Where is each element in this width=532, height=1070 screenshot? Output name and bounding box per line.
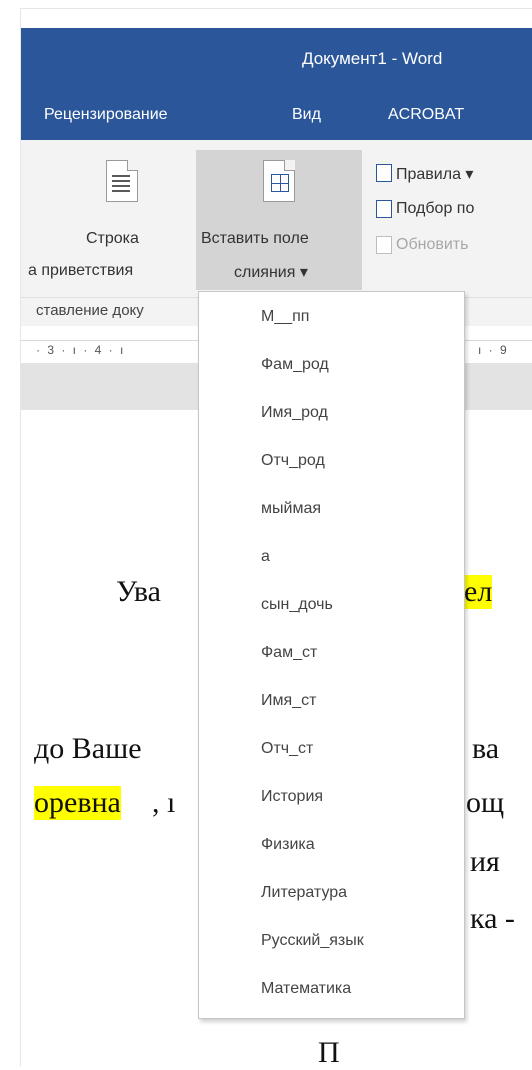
- menu-item-imya-st[interactable]: Имя_ст: [261, 692, 316, 710]
- doc-line-2a: до Ваше: [34, 732, 142, 765]
- menu-item-fizika[interactable]: Физика: [261, 836, 315, 854]
- tab-acrobat[interactable]: ACROBAT: [388, 106, 464, 124]
- update-labels-icon: [376, 236, 392, 254]
- rules-icon: [376, 164, 392, 182]
- menu-item-otch-rod[interactable]: Отч_род: [261, 452, 325, 470]
- doc-line-3a: оревна: [34, 786, 121, 820]
- greeting-line-icon: [106, 160, 138, 202]
- group-label: ставление доку: [36, 302, 144, 319]
- menu-item-otch-st[interactable]: Отч_ст: [261, 740, 313, 758]
- window-title: Документ1 - Word: [302, 49, 443, 68]
- insert-merge-field-label-2[interactable]: слияния ▾: [234, 262, 308, 282]
- update-labels-button: Обновить: [396, 236, 469, 253]
- menu-item-fam-rod[interactable]: Фам_род: [261, 356, 329, 374]
- tab-review[interactable]: Рецензирование: [44, 106, 168, 124]
- match-fields-icon: [376, 200, 392, 218]
- menu-item-myymaya[interactable]: мыймая: [261, 500, 321, 518]
- ruler-right-marks: ı · 9: [478, 343, 509, 357]
- menu-item-russkiy-yazyk[interactable]: Русский_язык: [261, 932, 364, 950]
- merge-field-dropdown: М__пп Фам_род Имя_род Отч_род мыймая а с…: [198, 291, 465, 1019]
- doc-line-2b: ва: [472, 732, 500, 765]
- title-bar: [21, 28, 532, 88]
- ruler-left-marks: · 3 · ı · 4 · ı: [36, 343, 126, 357]
- tab-view[interactable]: Вид: [292, 106, 321, 124]
- greeting-line-label-2[interactable]: а приветствия: [28, 262, 133, 280]
- menu-item-imya-rod[interactable]: Имя_род: [261, 404, 328, 422]
- rules-button[interactable]: Правила ▾: [396, 164, 473, 184]
- doc-line-4: ия: [470, 845, 500, 878]
- match-fields-button[interactable]: Подбор по: [396, 200, 474, 218]
- doc-line-1a: Ува: [116, 575, 161, 608]
- merge-field-icon: [263, 160, 295, 202]
- menu-item-a[interactable]: а: [261, 548, 270, 566]
- menu-item-m-pp[interactable]: М__пп: [261, 308, 309, 326]
- menu-item-istoriya[interactable]: История: [261, 788, 323, 806]
- doc-line-3b: , ı: [152, 786, 176, 819]
- menu-item-syn-doch[interactable]: сын_дочь: [261, 596, 333, 614]
- menu-item-matematika[interactable]: Математика: [261, 980, 351, 998]
- insert-merge-field-label-1[interactable]: Вставить поле: [201, 230, 309, 248]
- menu-item-literatura[interactable]: Литература: [261, 884, 347, 902]
- doc-line-3c: ощ: [466, 786, 505, 819]
- greeting-line-label-1[interactable]: Строка: [86, 230, 139, 248]
- doc-line-1b: ел: [464, 575, 493, 609]
- doc-line-5: ка -: [470, 902, 515, 935]
- menu-item-fam-st[interactable]: Фам_ст: [261, 644, 317, 662]
